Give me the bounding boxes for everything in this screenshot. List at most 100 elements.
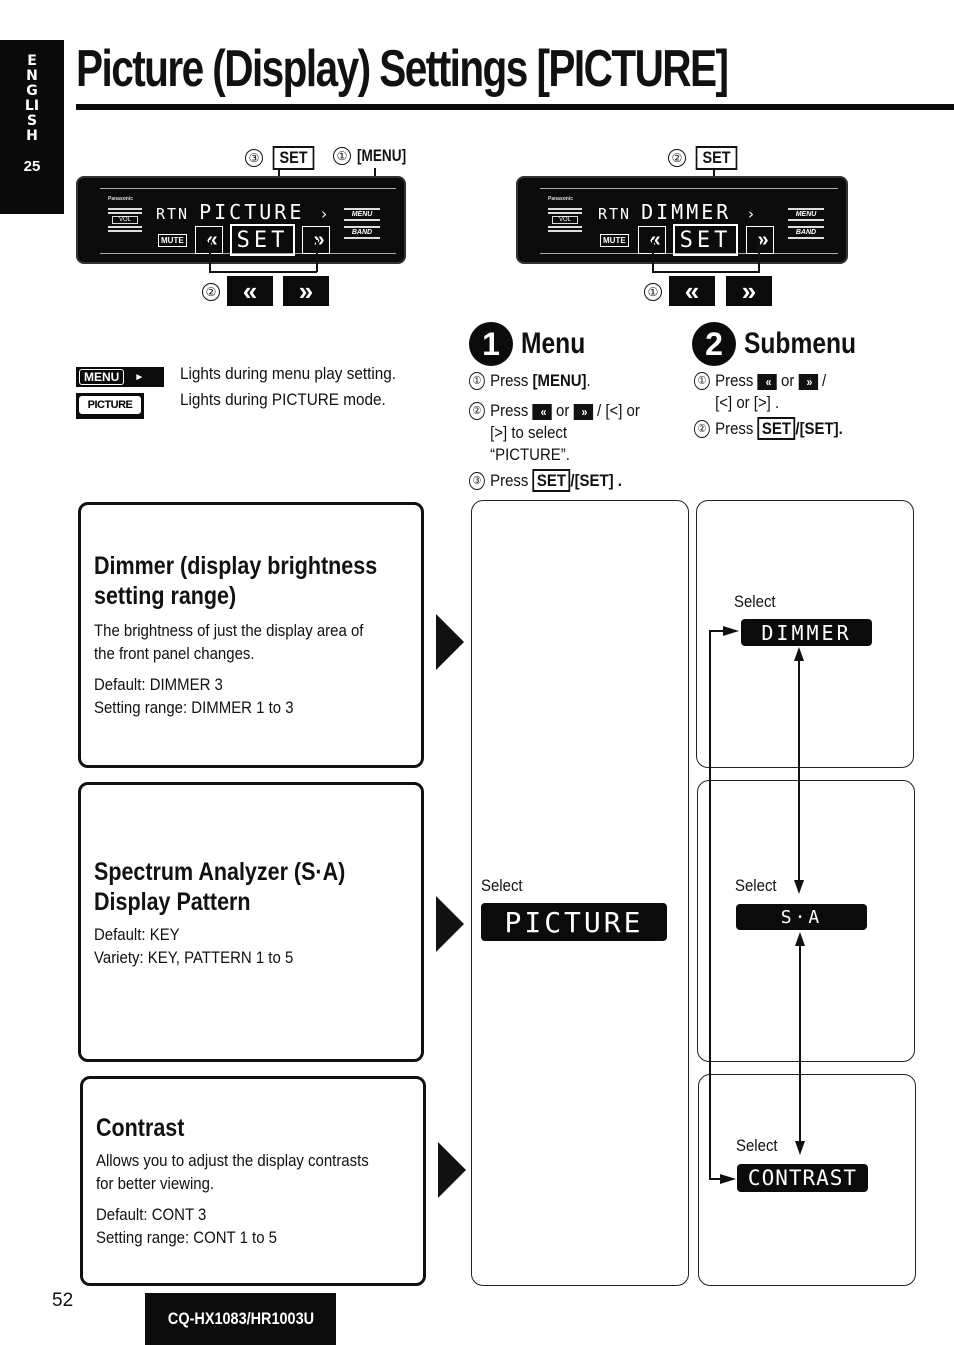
step-number: ②	[668, 149, 686, 167]
left-key-button[interactable]: «	[227, 276, 273, 306]
play-arrow-icon: ►	[134, 371, 145, 383]
setting-title-text: Contrast	[96, 1114, 185, 1142]
lcd-dimmer: DIMMER	[741, 619, 872, 646]
step-text: Press	[715, 419, 758, 438]
select-label: Select	[734, 592, 776, 611]
set-button[interactable]: SET	[230, 224, 295, 256]
right-key-button[interactable]: »	[283, 276, 329, 306]
arrow-right-icon	[436, 614, 464, 670]
band-button[interactable]: BAND	[788, 226, 824, 239]
setting-default: Default: DIMMER 3	[94, 675, 223, 694]
lcd-prefix: RTN	[156, 205, 190, 223]
left-key-button[interactable]: «	[669, 276, 715, 306]
mute-button[interactable]: MUTE	[158, 234, 187, 247]
connector-line	[798, 660, 800, 882]
lcd-text: DIMMER	[761, 620, 852, 645]
arrow-up-icon	[795, 932, 805, 946]
step-marker: ②	[469, 402, 485, 420]
double-left-icon: «	[684, 275, 700, 306]
right-key-button[interactable]: »	[726, 276, 772, 306]
section-number: 25	[23, 158, 41, 175]
step-text: /[SET].	[795, 419, 843, 438]
page-title: Picture (Display) Settings [PICTURE]	[76, 40, 729, 98]
arrow-right-icon	[723, 626, 739, 636]
set-button[interactable]: SET	[673, 224, 738, 256]
arrow-down-icon	[795, 1141, 805, 1155]
step-title: Menu	[521, 327, 586, 360]
select-label: Select	[481, 876, 523, 895]
step-text: or	[776, 371, 799, 390]
callout-set-left: ③ SET	[245, 146, 318, 170]
volume-control[interactable]: VOL	[548, 206, 582, 234]
double-right-icon: »	[298, 275, 314, 306]
step-marker: ①	[694, 372, 710, 390]
step-marker: ①	[469, 372, 485, 390]
callout-line	[209, 271, 317, 273]
vol-label: VOL	[112, 216, 138, 224]
lcd-suffix: ›	[746, 205, 758, 223]
right-arrow-button[interactable]: »	[746, 226, 774, 254]
step-marker: ②	[694, 420, 710, 438]
arrow-up-icon	[794, 647, 804, 661]
double-right-icon: »	[798, 373, 818, 390]
submenu-step-2: ② Press SET/[SET].	[694, 417, 870, 440]
menu-key-text: [MENU]	[532, 371, 587, 390]
arrow-right-icon	[438, 1142, 466, 1198]
lcd-sa: S·A	[736, 904, 867, 930]
callout-set-right: ② SET	[668, 146, 741, 170]
lcd-text: PICTURE	[504, 905, 644, 939]
step-text: Press	[715, 371, 758, 390]
step-number: ①	[644, 283, 662, 301]
setting-title: Spectrum Analyzer (S·A) Display Pattern	[94, 857, 421, 917]
menu-indicator-description: Lights during menu play setting.	[180, 364, 397, 383]
menu-button[interactable]: MENU	[788, 208, 824, 221]
loop-connector-line	[709, 630, 711, 1180]
mute-button[interactable]: MUTE	[600, 234, 629, 247]
setting-variety: Variety: KEY, PATTERN 1 to 5	[94, 948, 294, 967]
setting-range: Setting range: CONT 1 to 5	[96, 1228, 278, 1247]
picture-indicator-label: PICTURE	[79, 396, 141, 414]
page-number: 52	[52, 1290, 74, 1311]
language-side-tab: ENGLISH 25	[0, 40, 64, 214]
front-panel-picture: Panasonic VOL RTNPICTURE › MUTE « SET » …	[76, 176, 406, 264]
set-key-label: SET	[272, 146, 315, 170]
step-title: Submenu	[744, 327, 857, 360]
brand-logo: Panasonic	[548, 196, 574, 202]
setting-card-contrast: Contrast Allows you to adjust the displa…	[80, 1076, 426, 1286]
set-key-label: SET	[695, 146, 738, 170]
vol-label: VOL	[552, 216, 578, 224]
setting-title: Contrast	[96, 1113, 423, 1143]
arrow-right-icon	[720, 1174, 736, 1184]
set-key-label: SET	[532, 469, 571, 492]
lcd-prefix: RTN	[598, 205, 632, 223]
setting-title-text: Spectrum Analyzer (S·A) Display Pattern	[94, 858, 346, 916]
submenu-steps-list: ① Press « or » / [<] or [>] . ② Press SE…	[694, 370, 870, 444]
menu-button[interactable]: MENU	[344, 208, 380, 221]
menu-step-2: ② Press « or » / [<] or [>] to select “P…	[469, 400, 671, 466]
title-divider	[76, 104, 954, 110]
step-text: or	[551, 401, 574, 420]
setting-card-dimmer: Dimmer (display brightness setting range…	[78, 502, 424, 768]
brand-logo: Panasonic	[108, 196, 134, 202]
menu-indicator-label: MENU	[79, 369, 125, 385]
setting-title: Dimmer (display brightness setting range…	[94, 551, 421, 611]
lcd-display: RTN PICTURE ›	[156, 200, 340, 224]
select-label: Select	[736, 1136, 778, 1155]
step-submenu-heading: 2 Submenu	[692, 322, 881, 366]
double-right-icon: »	[741, 275, 757, 306]
set-label: SET	[679, 227, 732, 253]
callout-menu-left: ① [MENU]	[333, 146, 418, 166]
lcd-main-text: DIMMER	[641, 200, 732, 224]
double-left-icon: «	[532, 403, 552, 420]
submenu-step-1: ① Press « or » / [<] or [>] .	[694, 370, 870, 414]
lcd-text: S·A	[780, 906, 823, 928]
menu-step-3: ③ Press SET/[SET] .	[469, 469, 671, 492]
volume-control[interactable]: VOL	[108, 206, 142, 234]
lcd-main-text: PICTURE	[199, 200, 305, 224]
setting-default: Default: CONT 3	[96, 1205, 207, 1224]
band-button[interactable]: BAND	[344, 226, 380, 239]
double-left-icon: «	[242, 275, 258, 306]
setting-description: for better viewing.	[96, 1174, 215, 1193]
model-number-tag: CQ-HX1083/HR1003U	[145, 1293, 336, 1345]
callout-line	[316, 240, 318, 272]
